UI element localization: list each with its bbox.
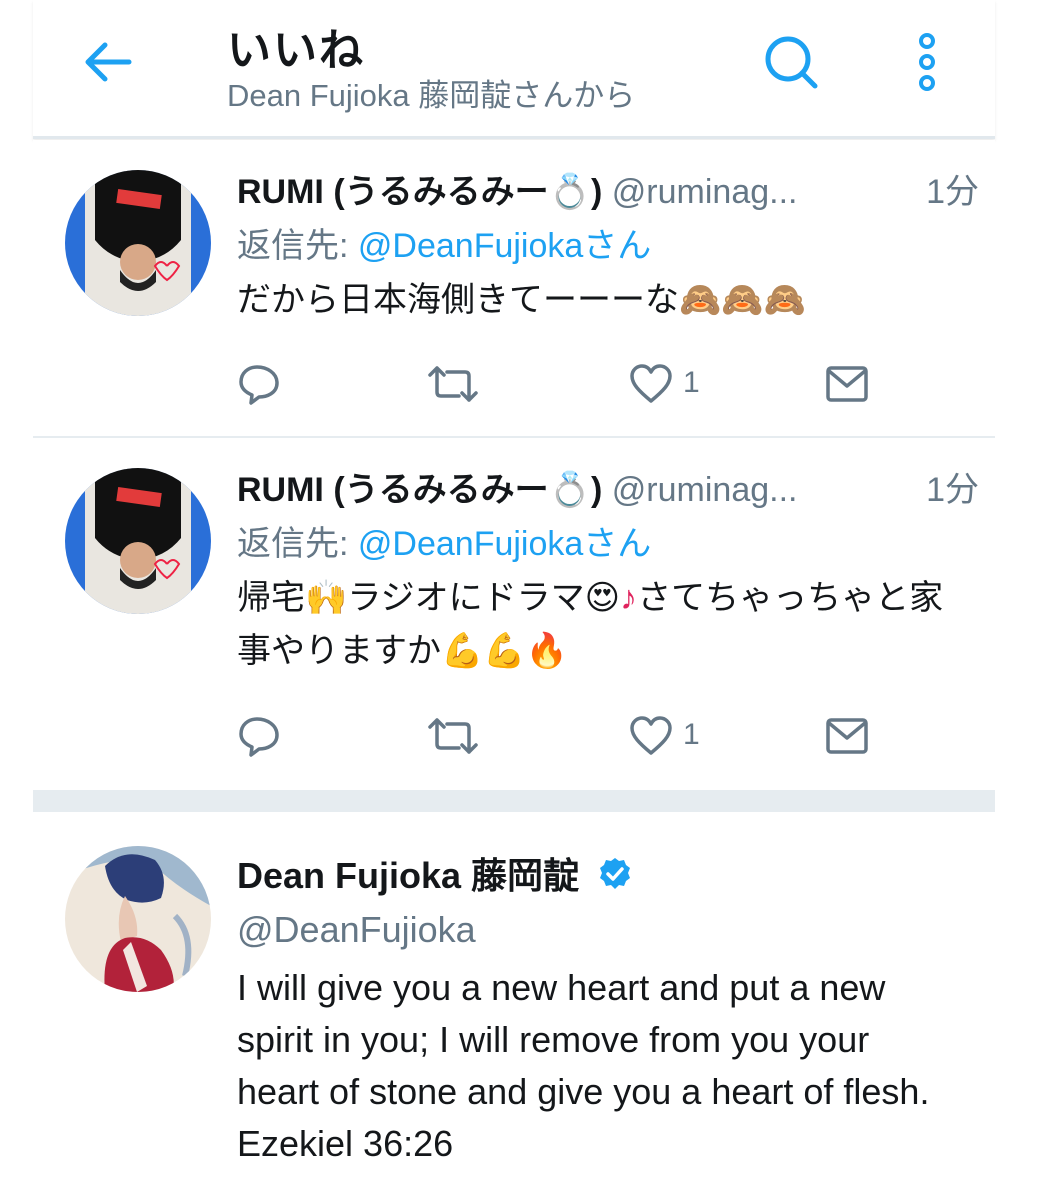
raised-hands-emoji: 🙌 [305, 579, 348, 617]
avatar[interactable] [65, 170, 211, 316]
ring-emoji: 💍 [548, 471, 591, 509]
section-divider [33, 790, 995, 812]
author-name[interactable]: RUMI (うるみるみー💍) [237, 471, 602, 509]
reply-icon [239, 717, 279, 757]
tweet-content: RUMI (うるみるみー💍) @ruminag... 返信先: @DeanFuj… [237, 464, 977, 678]
profile-photo-icon [65, 468, 211, 614]
retweet-button[interactable] [427, 362, 479, 412]
more-options-button[interactable] [913, 32, 941, 92]
page-subtitle: Dean Fujioka 藤岡靛さんから [227, 78, 636, 113]
tweet-time[interactable]: 1分 [926, 166, 979, 218]
reply-button[interactable] [237, 362, 281, 412]
more-vertical-icon [919, 33, 935, 91]
muscle-fire-emoji: 💪💪🔥 [441, 632, 569, 670]
reply-icon [239, 365, 279, 405]
tweet-actions: 1 [237, 714, 977, 764]
tweet-header: RUMI (うるみるみー💍) @ruminag... [237, 464, 977, 516]
retweet-icon [428, 366, 478, 402]
reply-to-line: 返信先: @DeanFujiokaさん [237, 218, 977, 274]
heart-icon [630, 716, 672, 755]
search-icon [765, 36, 818, 89]
author-name[interactable]: Dean Fujioka 藤岡靛 [237, 855, 579, 896]
profile-illustration-icon [65, 846, 211, 992]
app-header: いいね Dean Fujioka 藤岡靛さんから [33, 0, 995, 139]
tweet-content: RUMI (うるみるみー💍) @ruminag... 返信先: @DeanFuj… [237, 166, 977, 327]
tweet-content: Dean Fujioka 藤岡靛 @DeanFujioka I will giv… [237, 850, 977, 1170]
tweet-text: 帰宅🙌ラジオにドラマ😍♪さてちゃっちゃと家事やりますか💪💪🔥 [237, 572, 977, 678]
verified-badge-icon [600, 858, 631, 889]
author-handle[interactable]: @ruminag... [612, 471, 798, 509]
tweet-text: I will give you a new heart and put a ne… [237, 967, 930, 1164]
smiling-face-emoji: 😍 [584, 579, 621, 617]
like-count: 1 [683, 366, 700, 399]
reply-to-line: 返信先: @DeanFujiokaさん [237, 516, 977, 572]
tweet-item[interactable]: Dean Fujioka 藤岡靛 @DeanFujioka I will giv… [33, 812, 995, 1200]
author-name-line: Dean Fujioka 藤岡靛 [237, 850, 977, 902]
heart-icon [630, 364, 672, 403]
author-handle[interactable]: @DeanFujioka [237, 902, 977, 958]
music-note-emoji: ♪ [620, 579, 638, 617]
direct-message-button[interactable] [825, 362, 869, 412]
like-button[interactable]: 1 [629, 714, 749, 764]
back-button[interactable] [81, 38, 135, 86]
tweet-item[interactable]: RUMI (うるみるみー💍) @ruminag... 返信先: @DeanFuj… [33, 438, 995, 790]
envelope-icon [826, 366, 868, 402]
page-title: いいね [227, 26, 365, 75]
direct-message-button[interactable] [825, 714, 869, 764]
like-count: 1 [683, 718, 700, 751]
like-button[interactable]: 1 [629, 362, 749, 412]
author-name[interactable]: RUMI (うるみるみー💍) [237, 173, 602, 211]
retweet-button[interactable] [427, 714, 479, 764]
reply-mention-link[interactable]: @DeanFujiokaさん [358, 525, 651, 563]
tweet-header: RUMI (うるみるみー💍) @ruminag... [237, 166, 977, 218]
reply-button[interactable] [237, 714, 281, 764]
avatar[interactable] [65, 846, 211, 992]
reply-label: 返信先: [237, 525, 358, 563]
avatar[interactable] [65, 468, 211, 614]
arrow-left-icon [85, 42, 132, 82]
tweet-time[interactable]: 1分 [926, 464, 979, 516]
tweet-item[interactable]: RUMI (うるみるみー💍) @ruminag... 返信先: @DeanFuj… [33, 140, 995, 438]
envelope-icon [826, 718, 868, 754]
ring-emoji: 💍 [548, 173, 591, 211]
author-handle[interactable]: @ruminag... [612, 173, 798, 211]
tweet-actions: 1 [237, 362, 977, 412]
likes-timeline: いいね Dean Fujioka 藤岡靛さんから RUMI (うるみるみー💍) … [33, 0, 995, 1200]
search-button[interactable] [763, 34, 819, 90]
tweet-text: だから日本海側きてーーーな🙈🙈🙈 [237, 274, 977, 327]
retweet-icon [428, 718, 478, 754]
reply-label: 返信先: [237, 227, 358, 265]
reply-mention-link[interactable]: @DeanFujiokaさん [358, 227, 651, 265]
see-no-evil-emoji: 🙈🙈🙈 [679, 281, 807, 319]
profile-photo-icon [65, 170, 211, 316]
